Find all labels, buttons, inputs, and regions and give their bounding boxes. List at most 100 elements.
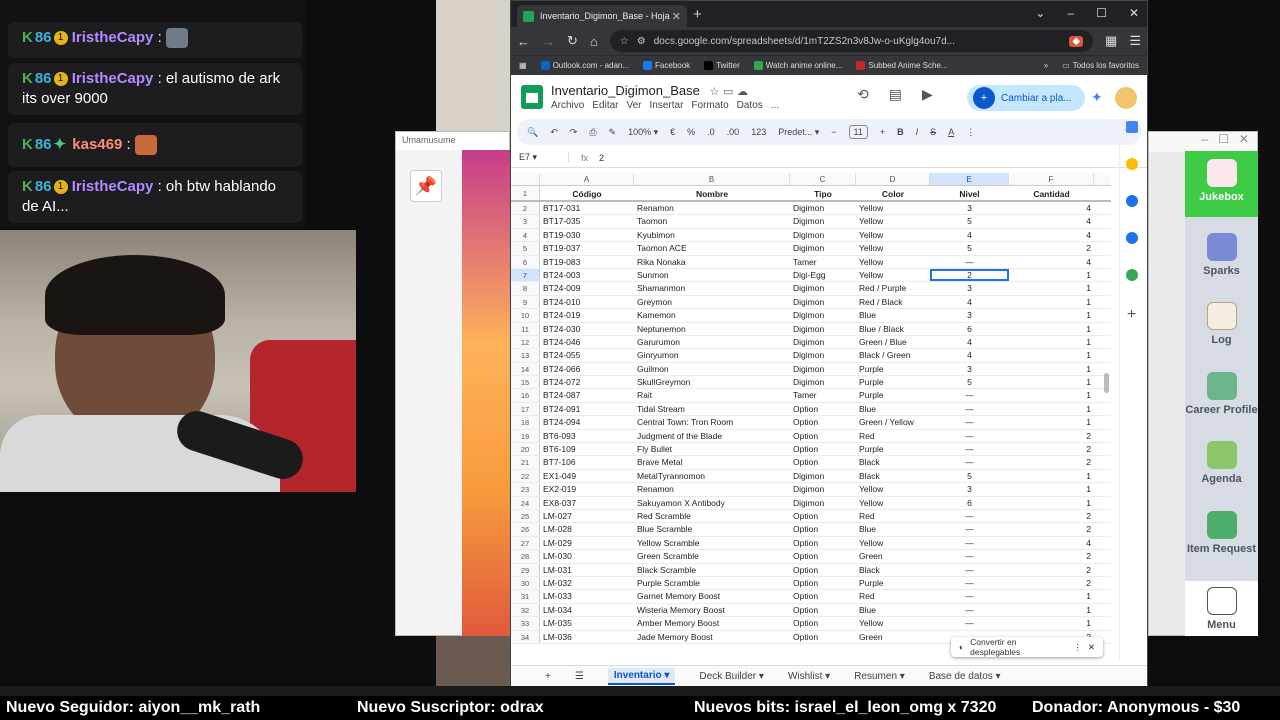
- table-cell[interactable]: Sunmon: [634, 269, 790, 281]
- table-cell[interactable]: LM-033: [540, 590, 634, 602]
- gemini-icon[interactable]: ✦: [1091, 89, 1103, 106]
- row-number[interactable]: 17: [511, 402, 540, 416]
- font-size-decrease-icon[interactable]: −: [831, 127, 836, 137]
- reload-icon[interactable]: ↻: [567, 33, 578, 49]
- table-cell[interactable]: —: [930, 443, 1009, 455]
- window-controls[interactable]: – ☐ ✕: [1149, 132, 1257, 152]
- menu-archivo[interactable]: Archivo: [551, 100, 584, 111]
- table-cell[interactable]: 1: [1009, 416, 1094, 428]
- table-cell[interactable]: 5: [930, 376, 1009, 388]
- table-cell[interactable]: Digi-Egg: [790, 269, 856, 281]
- table-cell[interactable]: 4: [930, 336, 1009, 348]
- table-cell[interactable]: Digimon: [790, 202, 856, 214]
- strikethrough-icon[interactable]: S: [930, 127, 936, 137]
- move-icon[interactable]: ▭: [723, 86, 733, 98]
- row-number[interactable]: 23: [511, 483, 540, 496]
- game-view[interactable]: [462, 150, 510, 636]
- table-cell[interactable]: Garurumon: [634, 336, 790, 348]
- table-cell[interactable]: BT6-109: [540, 443, 634, 455]
- row-number[interactable]: 8: [511, 282, 540, 295]
- table-cell[interactable]: BT24-009: [540, 282, 634, 294]
- header-cell-color[interactable]: Color: [856, 186, 930, 200]
- table-cell[interactable]: 1: [1009, 323, 1094, 335]
- column-header-f[interactable]: F: [1009, 173, 1094, 185]
- table-cell[interactable]: —: [930, 617, 1009, 629]
- table-cell[interactable]: Purple: [856, 376, 930, 388]
- table-cell[interactable]: Green Scramble: [634, 550, 790, 562]
- menu-datos[interactable]: Datos: [737, 100, 763, 111]
- table-cell[interactable]: 3: [930, 483, 1009, 495]
- table-cell[interactable]: Taomon: [634, 215, 790, 227]
- table-cell[interactable]: Purple: [856, 443, 930, 455]
- column-header-a[interactable]: A: [540, 173, 634, 185]
- table-cell[interactable]: LM-027: [540, 510, 634, 522]
- row-number[interactable]: 34: [511, 630, 540, 643]
- table-cell[interactable]: 1: [1009, 497, 1094, 509]
- number-format-button[interactable]: 123: [751, 127, 766, 137]
- item-request-button[interactable]: Item Request: [1185, 511, 1258, 555]
- table-cell[interactable]: Black Scramble: [634, 564, 790, 576]
- table-cell[interactable]: Black: [856, 470, 930, 482]
- table-cell[interactable]: Option: [790, 456, 856, 468]
- table-cell[interactable]: Blue Scramble: [634, 523, 790, 535]
- table-cell[interactable]: BT24-066: [540, 363, 634, 375]
- table-cell[interactable]: BT24-091: [540, 403, 634, 415]
- percent-button[interactable]: %: [687, 127, 695, 137]
- row-number[interactable]: 24: [511, 496, 540, 509]
- row-number[interactable]: 5: [511, 242, 540, 255]
- table-cell[interactable]: BT24-030: [540, 323, 634, 335]
- font-select[interactable]: Predet... ▾: [778, 127, 819, 138]
- row-number[interactable]: 12: [511, 335, 540, 349]
- row-number[interactable]: 26: [511, 523, 540, 536]
- table-cell[interactable]: Shamanmon: [634, 282, 790, 294]
- table-cell[interactable]: Black: [856, 564, 930, 576]
- tab-deck-builder[interactable]: Deck Builder ▾: [699, 671, 764, 682]
- close-tab-icon[interactable]: ✕: [672, 10, 681, 23]
- table-cell[interactable]: 3: [930, 363, 1009, 375]
- table-cell[interactable]: —: [930, 430, 1009, 442]
- table-cell[interactable]: 5: [930, 215, 1009, 227]
- bookmark-facebook[interactable]: Facebook: [643, 61, 690, 70]
- table-cell[interactable]: Judgment of the Blade: [634, 430, 790, 442]
- row-number[interactable]: 30: [511, 576, 540, 590]
- table-cell[interactable]: 2: [930, 268, 1009, 282]
- pin-icon[interactable]: 📌: [410, 170, 442, 202]
- header-cell-codigo[interactable]: Código: [540, 186, 634, 200]
- table-cell[interactable]: Green: [856, 631, 930, 643]
- table-cell[interactable]: BT24-010: [540, 296, 634, 308]
- table-cell[interactable]: Option: [790, 443, 856, 455]
- table-cell[interactable]: BT24-003: [540, 269, 634, 281]
- table-cell[interactable]: LM-035: [540, 617, 634, 629]
- table-cell[interactable]: Option: [790, 550, 856, 562]
- jukebox-button[interactable]: Jukebox: [1185, 151, 1258, 217]
- row-number[interactable]: 13: [511, 349, 540, 362]
- table-cell[interactable]: 2: [1009, 510, 1094, 522]
- tasks-icon[interactable]: [1125, 195, 1138, 207]
- table-cell[interactable]: Kamemon: [634, 309, 790, 321]
- table-cell[interactable]: Yellow Scramble: [634, 537, 790, 549]
- paint-format-icon[interactable]: ✎: [609, 127, 617, 138]
- table-cell[interactable]: Purple Scramble: [634, 577, 790, 589]
- menu-formato[interactable]: Formato: [691, 100, 728, 111]
- table-cell[interactable]: 4: [1009, 256, 1094, 268]
- convert-dropdowns-toast[interactable]: ◐ Convertir en desplegables ⋮ ✕: [951, 637, 1103, 657]
- table-cell[interactable]: BT24-019: [540, 309, 634, 321]
- table-cell[interactable]: Blue: [856, 604, 930, 616]
- table-cell[interactable]: 3: [930, 202, 1009, 214]
- corner-cell[interactable]: [511, 173, 540, 185]
- table-cell[interactable]: Option: [790, 523, 856, 535]
- table-cell[interactable]: 1: [1009, 363, 1094, 375]
- meet-icon[interactable]: ▶: [922, 86, 933, 103]
- contacts-icon[interactable]: [1125, 232, 1138, 244]
- table-cell[interactable]: Option: [790, 403, 856, 415]
- browser-tab[interactable]: Inventario_Digimon_Base - Hoja ✕: [517, 5, 687, 27]
- table-cell[interactable]: Jade Memory Boost: [634, 631, 790, 643]
- close-window-icon[interactable]: ✕: [1129, 6, 1139, 20]
- avatar[interactable]: [1115, 87, 1137, 109]
- table-cell[interactable]: Wisteria Memory Boost: [634, 604, 790, 616]
- table-cell[interactable]: Yellow: [856, 269, 930, 281]
- header-cell-nombre[interactable]: Nombre: [634, 186, 790, 200]
- row-number[interactable]: 2: [511, 202, 540, 215]
- row-number[interactable]: 10: [511, 309, 540, 322]
- menu-button[interactable]: Menu: [1185, 581, 1258, 636]
